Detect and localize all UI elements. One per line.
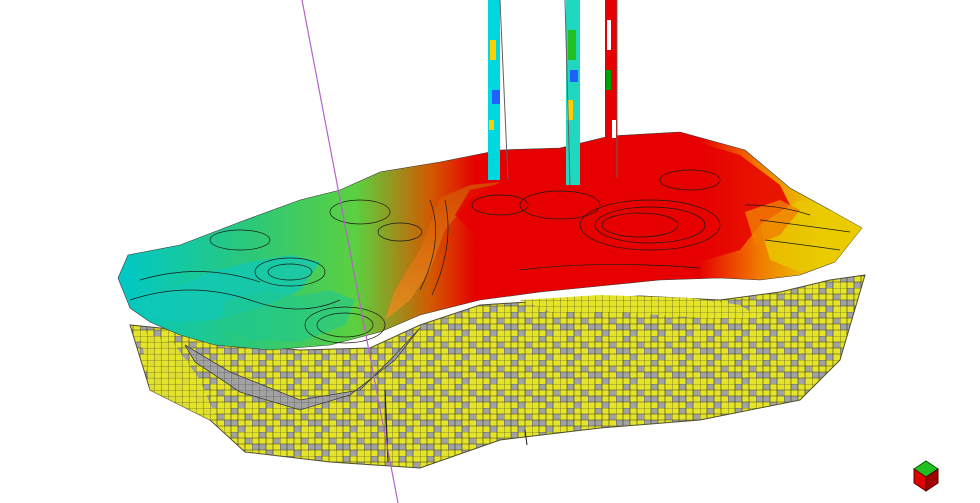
- 3d-viewport[interactable]: [0, 0, 980, 503]
- axis-triad-icon[interactable]: [908, 455, 944, 495]
- well-log-3[interactable]: [605, 0, 618, 178]
- well-log-2[interactable]: [564, 0, 580, 186]
- reservoir-scene[interactable]: [0, 0, 980, 503]
